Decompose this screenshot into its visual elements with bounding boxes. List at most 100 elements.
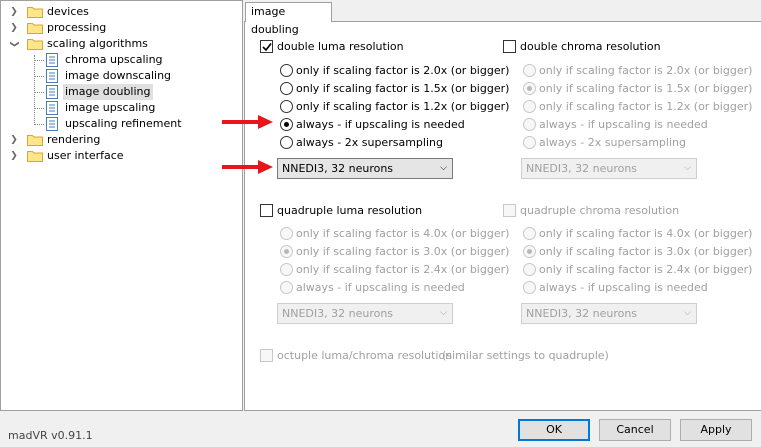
tree-item-rendering[interactable]: ❯ rendering	[1, 132, 241, 148]
quad-chroma-option-2-4x[interactable]	[523, 263, 536, 276]
tab-label: image doubling	[251, 5, 299, 36]
tree-item-scaling-algorithms[interactable]: ❯ scaling algorithms	[1, 36, 241, 52]
double-chroma-algorithm-select[interactable]: NNEDI3, 32 neurons ⌵	[521, 158, 697, 179]
quad-luma-algorithm-select[interactable]: NNEDI3, 32 neurons ⌵	[277, 303, 453, 324]
quad-chroma-label: quadruple chroma resolution	[520, 204, 680, 217]
tree-item-chroma-upscaling[interactable]: chroma upscaling	[1, 52, 241, 68]
quad-luma-option-label: only if scaling factor is 2.4x (or bigge…	[296, 263, 510, 276]
chevron-down-icon: ⌵	[684, 308, 691, 318]
quad-luma-option-2-4x[interactable]	[280, 263, 293, 276]
folder-icon	[27, 7, 43, 18]
tree-item-label: image doubling	[63, 84, 153, 100]
tree-item-label: chroma upscaling	[65, 53, 163, 66]
page-icon	[46, 69, 58, 83]
quad-luma-option-label: only if scaling factor is 4.0x (or bigge…	[296, 227, 510, 240]
chevron-right-icon[interactable]: ❯	[9, 148, 19, 164]
radio-dot	[527, 86, 532, 91]
double-chroma-option-label: always - if upscaling is needed	[539, 118, 708, 131]
double-chroma-label: double chroma resolution	[520, 40, 661, 53]
annotation-arrow-icon	[222, 160, 273, 174]
page-icon	[46, 117, 58, 131]
tree-item-processing[interactable]: ❯ processing	[1, 20, 241, 36]
tree-item-image-upscaling[interactable]: image upscaling	[1, 100, 241, 116]
chevron-right-icon[interactable]: ❯	[9, 132, 19, 148]
chevron-down-icon: ⌵	[684, 163, 691, 173]
quad-luma-label: quadruple luma resolution	[277, 204, 423, 217]
double-luma-option-label: only if scaling factor is 1.2x (or bigge…	[296, 100, 510, 113]
octuple-label: octuple luma/chroma resolution	[277, 349, 453, 362]
settings-tree[interactable]: ❯ devices ❯ processing ❯ scaling algorit…	[0, 0, 243, 411]
double-chroma-option-label: only if scaling factor is 1.5x (or bigge…	[539, 82, 753, 95]
double-luma-algorithm-select[interactable]: NNEDI3, 32 neurons ⌵	[277, 158, 453, 179]
select-value: NNEDI3, 32 neurons	[282, 162, 394, 175]
double-luma-option-label: always - 2x supersampling	[296, 136, 443, 149]
tab-image-doubling[interactable]: image doubling	[245, 2, 332, 36]
double-luma-option-always-upscaling[interactable]	[280, 118, 293, 131]
page-icon	[46, 85, 58, 99]
quad-chroma-option-label: only if scaling factor is 4.0x (or bigge…	[539, 227, 753, 240]
annotation-arrow-icon	[222, 115, 273, 129]
chevron-right-icon[interactable]: ❯	[9, 4, 19, 20]
ok-button[interactable]: OK	[518, 419, 590, 441]
quad-luma-checkbox[interactable]	[260, 204, 273, 217]
double-chroma-checkbox[interactable]	[503, 40, 516, 53]
radio-dot	[284, 122, 289, 127]
double-chroma-option-label: always - 2x supersampling	[539, 136, 686, 149]
double-chroma-option-1-2x[interactable]	[523, 100, 536, 113]
double-chroma-option-label: only if scaling factor is 1.2x (or bigge…	[539, 100, 753, 113]
quad-luma-option-label: always - if upscaling is needed	[296, 281, 465, 294]
double-luma-option-2x[interactable]	[280, 64, 293, 77]
octuple-checkbox[interactable]	[260, 349, 273, 362]
quad-luma-option-3x[interactable]	[280, 245, 293, 258]
quad-chroma-option-4x[interactable]	[523, 227, 536, 240]
tree-item-label: devices	[47, 5, 89, 18]
quad-chroma-option-label: only if scaling factor is 3.0x (or bigge…	[539, 245, 753, 258]
double-chroma-option-always-upscaling[interactable]	[523, 118, 536, 131]
tree-item-devices[interactable]: ❯ devices	[1, 4, 241, 20]
tree-item-label: rendering	[47, 133, 101, 146]
double-luma-option-supersampling[interactable]	[280, 136, 293, 149]
tree-item-label: image upscaling	[65, 101, 156, 114]
radio-dot	[284, 249, 289, 254]
chevron-down-icon: ⌵	[440, 163, 447, 173]
quad-chroma-option-label: always - if upscaling is needed	[539, 281, 708, 294]
page-icon	[46, 101, 58, 115]
radio-dot	[527, 249, 532, 254]
tree-item-label: scaling algorithms	[47, 37, 148, 50]
tree-item-label: upscaling refinement	[65, 117, 182, 130]
quad-chroma-algorithm-select[interactable]: NNEDI3, 32 neurons ⌵	[521, 303, 697, 324]
double-chroma-option-label: only if scaling factor is 2.0x (or bigge…	[539, 64, 753, 77]
double-luma-option-1-2x[interactable]	[280, 100, 293, 113]
tree-item-user-interface[interactable]: ❯ user interface	[1, 148, 241, 164]
chevron-right-icon[interactable]: ❯	[9, 20, 19, 36]
octuple-note: (similar settings to quadruple)	[442, 349, 609, 362]
tree-item-label: user interface	[47, 149, 124, 162]
quad-luma-option-always-upscaling[interactable]	[280, 281, 293, 294]
quad-chroma-checkbox[interactable]	[503, 204, 516, 217]
double-luma-option-label: always - if upscaling is needed	[296, 118, 465, 131]
quad-luma-option-4x[interactable]	[280, 227, 293, 240]
double-luma-option-1-5x[interactable]	[280, 82, 293, 95]
quad-chroma-option-always-upscaling[interactable]	[523, 281, 536, 294]
double-chroma-option-1-5x[interactable]	[523, 82, 536, 95]
chevron-down-icon[interactable]: ❯	[6, 39, 22, 49]
apply-button[interactable]: Apply	[680, 419, 752, 441]
cancel-button[interactable]: Cancel	[599, 419, 671, 441]
tree-item-label: processing	[47, 21, 107, 34]
folder-icon	[27, 151, 43, 162]
select-value: NNEDI3, 32 neurons	[282, 307, 394, 320]
double-luma-checkbox[interactable]	[260, 40, 273, 53]
tree-item-image-doubling[interactable]: image doubling	[1, 84, 241, 100]
folder-icon	[27, 23, 43, 34]
folder-icon	[27, 135, 43, 146]
settings-panel: double luma resolution only if scaling f…	[244, 21, 761, 411]
version-label: madVR v0.91.1	[8, 429, 93, 442]
double-chroma-option-2x[interactable]	[523, 64, 536, 77]
tree-item-image-downscaling[interactable]: image downscaling	[1, 68, 241, 84]
chevron-down-icon: ⌵	[440, 308, 447, 318]
double-luma-label: double luma resolution	[277, 40, 404, 53]
double-chroma-option-supersampling[interactable]	[523, 136, 536, 149]
tree-item-upscaling-refinement[interactable]: upscaling refinement	[1, 116, 241, 132]
quad-chroma-option-3x[interactable]	[523, 245, 536, 258]
double-luma-option-label: only if scaling factor is 1.5x (or bigge…	[296, 82, 510, 95]
